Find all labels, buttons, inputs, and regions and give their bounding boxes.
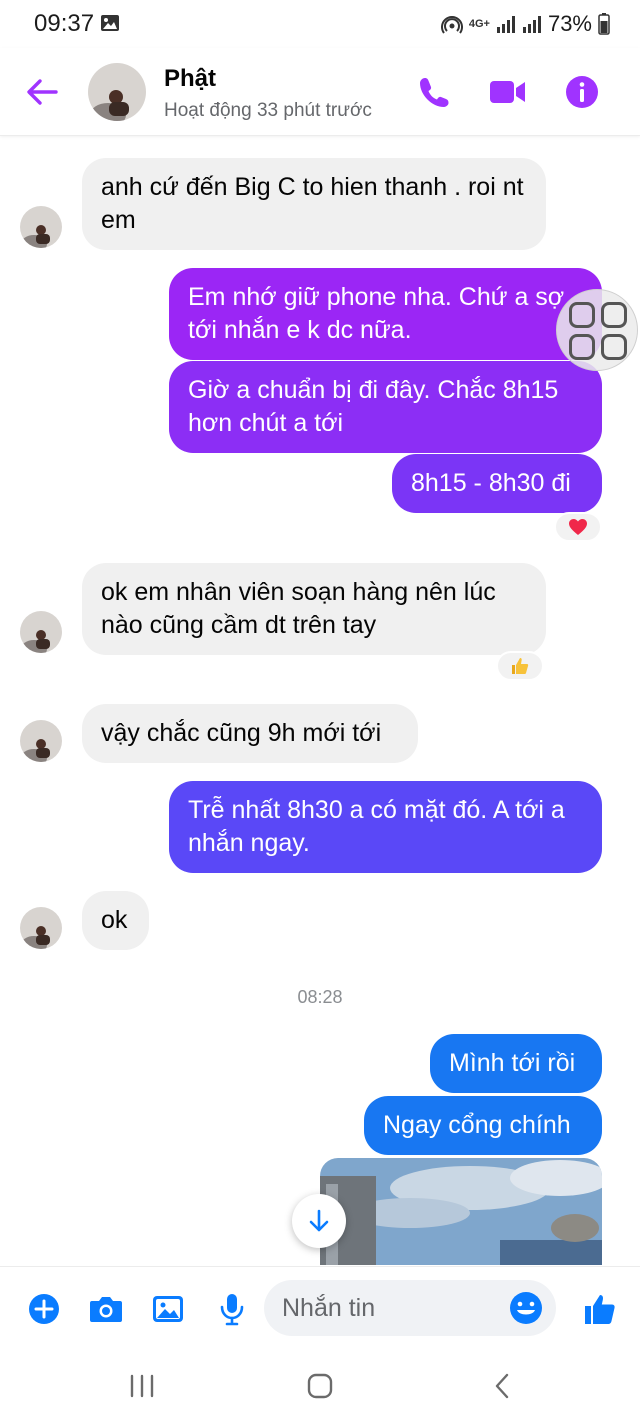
heart-icon (569, 519, 587, 535)
message-bubble-outgoing[interactable]: Mình tới rồi (430, 1034, 602, 1093)
message-bubble-outgoing[interactable]: Trễ nhất 8h30 a có mặt đó. A tới a nhắn … (169, 781, 602, 873)
message-input[interactable]: Nhắn tin (264, 1280, 556, 1336)
message-bubble-incoming[interactable]: anh cứ đến Big C to hien thanh . roi nt … (82, 158, 546, 250)
camera-icon[interactable] (86, 1289, 126, 1329)
heart-reaction[interactable] (554, 512, 602, 542)
message-list[interactable]: anh cứ đến Big C to hien thanh . roi nt … (0, 137, 640, 1265)
avatar[interactable] (20, 611, 62, 653)
message-input-placeholder: Nhắn tin (282, 1294, 376, 1322)
thumbs-up-icon (512, 658, 529, 674)
status-time: 09:37 (34, 10, 95, 37)
back-button[interactable] (482, 1366, 522, 1406)
thumbs-up-reaction[interactable] (496, 651, 544, 681)
message-bubble-outgoing[interactable]: Em nhớ giữ phone nha. Chứ a sợ tới nhắn … (169, 268, 602, 360)
info-icon[interactable] (562, 72, 602, 112)
arrow-left-icon[interactable] (24, 74, 60, 110)
message-bubble-incoming[interactable]: vậy chắc cũng 9h mới tới (82, 704, 418, 763)
status-bar: 09:37 4G+ 73% (0, 0, 640, 48)
phone-icon[interactable] (414, 72, 454, 112)
floating-bubble-handle[interactable] (556, 289, 638, 371)
message-composer: Nhắn tin (0, 1266, 640, 1348)
message-bubble-incoming[interactable]: ok (82, 891, 149, 950)
smiley-icon[interactable] (506, 1288, 546, 1328)
avatar[interactable] (20, 907, 62, 949)
hotspot-icon (440, 16, 463, 34)
image-icon[interactable] (148, 1289, 188, 1329)
photo-message[interactable] (320, 1158, 602, 1265)
arrow-down-icon (309, 1209, 329, 1232)
avatar[interactable] (20, 720, 62, 762)
signal-icon-2 (522, 16, 541, 33)
message-timestamp: 08:28 (297, 987, 343, 1007)
gallery-notification-icon (101, 15, 119, 31)
microphone-icon[interactable] (212, 1289, 252, 1329)
video-camera-icon[interactable] (488, 72, 528, 112)
signal-icon (496, 16, 515, 33)
battery-percent: 73% (547, 11, 592, 36)
contact-avatar[interactable] (88, 63, 146, 121)
thumbs-up-icon[interactable] (580, 1289, 620, 1329)
scroll-to-bottom-button[interactable] (292, 1194, 346, 1248)
avatar[interactable] (20, 206, 62, 248)
contact-name[interactable]: Phật (164, 65, 216, 93)
message-bubble-outgoing[interactable]: Giờ a chuẩn bị đi đây. Chắc 8h15 hơn chú… (169, 361, 602, 453)
home-button[interactable] (300, 1366, 340, 1406)
plus-circle-icon[interactable] (24, 1289, 64, 1329)
chat-header: Phật Hoạt động 33 phút trước (0, 48, 640, 136)
network-type: 4G+ (468, 18, 490, 30)
message-bubble-outgoing[interactable]: 8h15 - 8h30 đi (392, 454, 602, 513)
contact-activity-status: Hoạt động 33 phút trước (164, 100, 372, 121)
battery-icon (598, 13, 610, 35)
message-bubble-outgoing[interactable]: Ngay cổng chính (364, 1096, 602, 1155)
system-navigation-bar (0, 1348, 640, 1421)
message-bubble-incoming[interactable]: ok em nhân viên soạn hàng nên lúc nào cũ… (82, 563, 546, 655)
recent-apps-button[interactable] (122, 1366, 162, 1406)
